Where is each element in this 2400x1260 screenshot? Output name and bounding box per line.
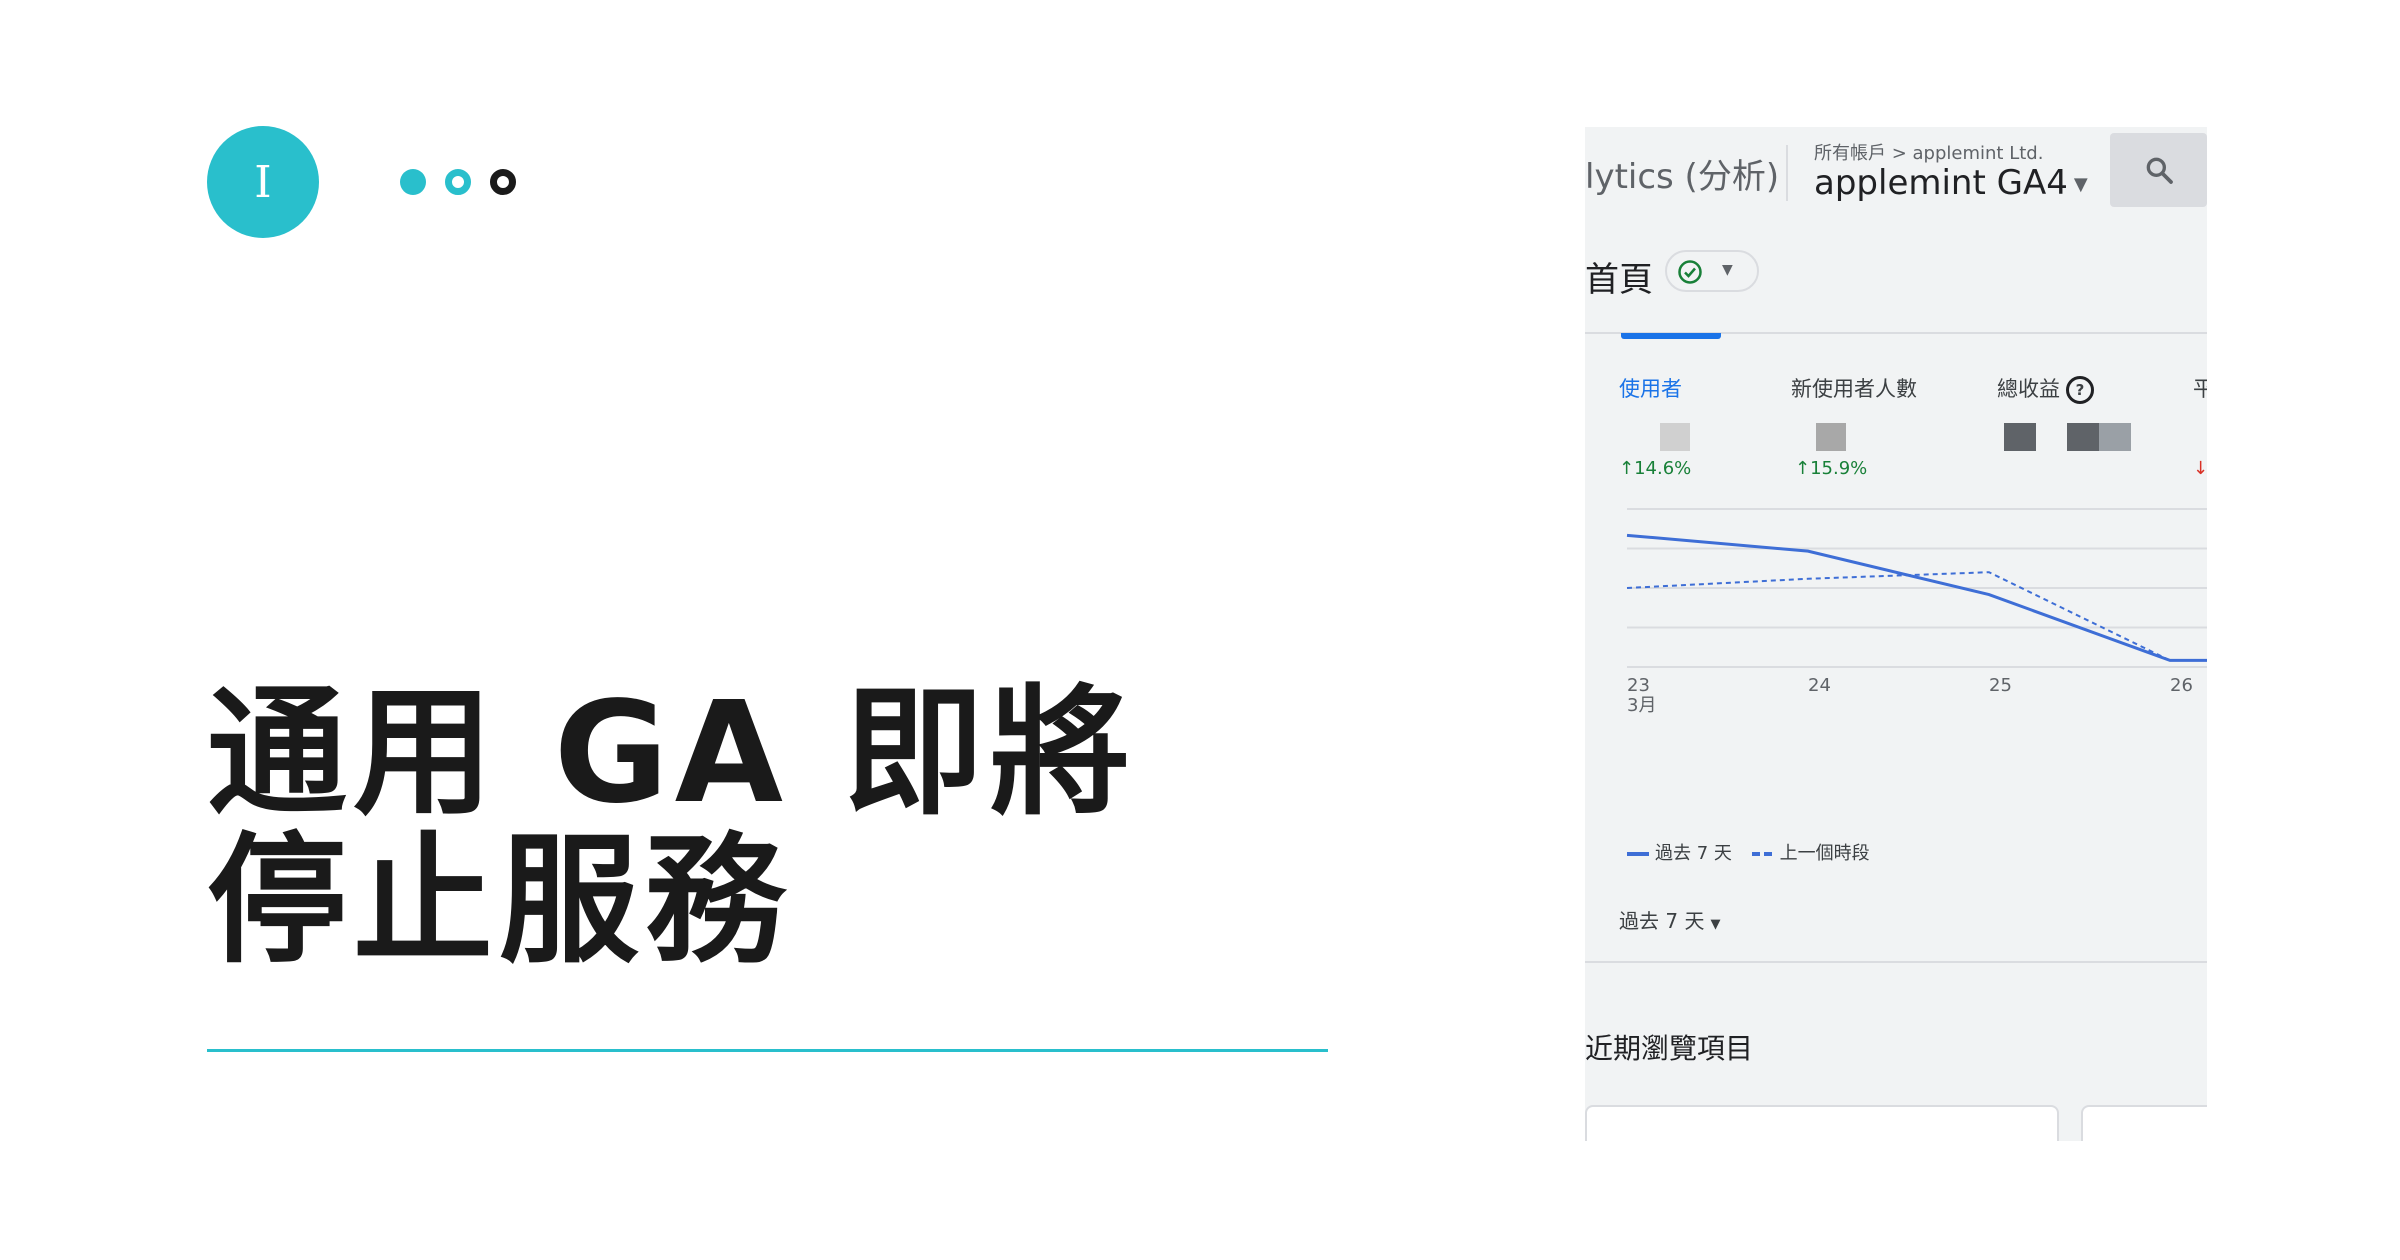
headline-line-1: 通用 GA 即將 bbox=[207, 672, 1136, 835]
value-placeholder bbox=[2099, 423, 2131, 451]
delta-users: ↑14.6% bbox=[1619, 458, 1692, 479]
metric-tab-average[interactable]: 平 bbox=[2193, 373, 2207, 403]
value-placeholder bbox=[1816, 423, 1846, 451]
metric-revenue-label: 總收益 bbox=[1997, 377, 2060, 401]
x-tick-label: 23 bbox=[1627, 675, 1650, 696]
active-card-indicator bbox=[1621, 333, 1721, 339]
property-selector[interactable]: applemint GA4 ▼ bbox=[1814, 163, 2088, 203]
metric-tab-revenue[interactable]: 總收益? bbox=[1997, 373, 2094, 404]
x-tick-label: 26 bbox=[2170, 675, 2193, 696]
legend-previous: 上一個時段 bbox=[1779, 843, 1870, 864]
chevron-down-icon: ▼ bbox=[2073, 174, 2088, 195]
search-icon bbox=[2146, 157, 2173, 184]
section-divider bbox=[1585, 961, 2207, 963]
app-title: lytics (分析) bbox=[1585, 157, 1780, 197]
chevron-down-icon: ▼ bbox=[1710, 917, 1721, 932]
metric-tab-new-users[interactable]: 新使用者人數 bbox=[1791, 373, 1917, 403]
date-range-label: 過去 7 天 bbox=[1619, 909, 1705, 933]
property-name: applemint GA4 bbox=[1814, 163, 2068, 203]
section-badge: I bbox=[207, 126, 319, 238]
chart-legend: 過去 7 天 上一個時段 bbox=[1627, 839, 1870, 865]
status-dropdown[interactable]: ▼ bbox=[1665, 250, 1759, 292]
ga-top-bar: lytics (分析) 所有帳戶 > applemint Ltd. applem… bbox=[1585, 127, 2207, 227]
chevron-down-icon: ▼ bbox=[1722, 262, 1733, 278]
series-line-current bbox=[1626, 533, 2207, 662]
legend-current: 過去 7 天 bbox=[1655, 843, 1732, 864]
recent-item-card[interactable] bbox=[2081, 1105, 2207, 1141]
legend-swatch-previous bbox=[1751, 852, 1774, 856]
ga-screenshot: lytics (分析) 所有帳戶 > applemint Ltd. applem… bbox=[1585, 127, 2207, 1141]
slide-headline: 通用 GA 即將 停止服務 bbox=[207, 680, 1307, 976]
progress-dot-outline bbox=[445, 169, 471, 195]
x-tick-label: 24 bbox=[1808, 675, 1831, 696]
delta-average: ↓ bbox=[2193, 458, 2207, 479]
value-placeholder bbox=[1660, 423, 1690, 451]
progress-dot-filled bbox=[400, 169, 426, 195]
value-placeholder bbox=[2004, 423, 2036, 451]
recent-item-card[interactable] bbox=[1585, 1105, 2059, 1141]
date-range-selector[interactable]: 過去 7 天 ▼ bbox=[1619, 905, 1720, 934]
legend-swatch-current bbox=[1627, 852, 1649, 856]
x-tick-label: 25 bbox=[1989, 675, 2012, 696]
check-circle-icon bbox=[1678, 260, 1702, 284]
progress-dot-current bbox=[490, 169, 516, 195]
series-line-previous bbox=[1626, 571, 2207, 662]
delta-new-users: ↑15.9% bbox=[1795, 458, 1868, 479]
users-line-chart: 23 24 25 26 3月 bbox=[1626, 508, 2207, 716]
headline-line-2: 停止服務 bbox=[207, 820, 792, 983]
value-placeholder bbox=[2067, 423, 2099, 451]
help-icon[interactable]: ? bbox=[2066, 376, 2094, 404]
title-separator bbox=[1786, 145, 1788, 201]
metric-tab-users[interactable]: 使用者 bbox=[1619, 373, 1682, 403]
search-button[interactable] bbox=[2110, 133, 2207, 207]
breadcrumb[interactable]: 所有帳戶 > applemint Ltd. bbox=[1814, 139, 2043, 165]
x-month-label: 3月 bbox=[1627, 695, 1656, 716]
headline-divider bbox=[207, 1049, 1328, 1052]
recent-section-title: 近期瀏覽項目 bbox=[1585, 1032, 1754, 1065]
page-title: 首頁 bbox=[1585, 260, 1653, 300]
